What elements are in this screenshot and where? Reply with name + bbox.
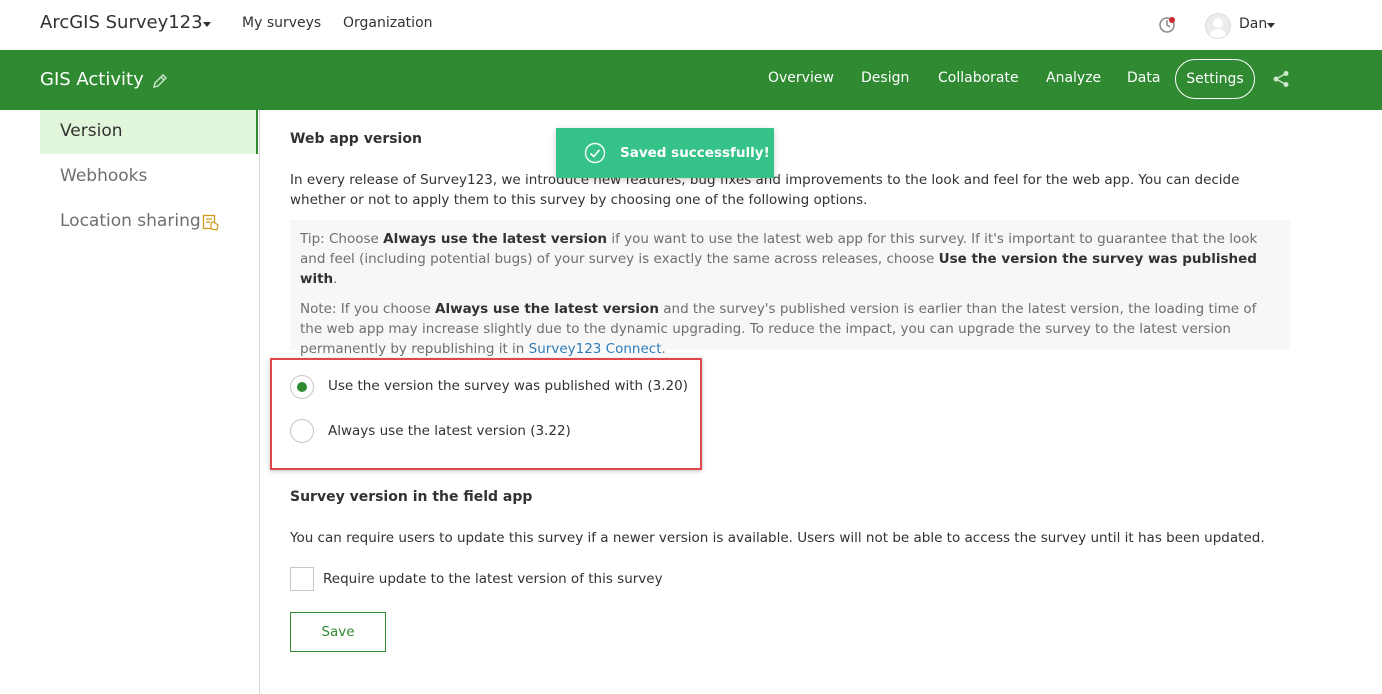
sidebar-item-label: Location sharing — [60, 211, 201, 231]
tip-box: Tip: Choose Always use the latest versio… — [290, 220, 1290, 357]
web-app-version-intro: In every release of Survey123, we introd… — [290, 172, 1240, 208]
highlight-box — [270, 358, 702, 470]
pencil-edit-icon[interactable] — [151, 72, 169, 90]
tab-data[interactable]: Data — [1127, 70, 1160, 86]
toast-message: Saved successfully! — [620, 145, 770, 161]
sidebar-item-version[interactable]: Version — [40, 110, 258, 154]
radio-published-version[interactable] — [290, 375, 314, 399]
tab-collaborate[interactable]: Collaborate — [938, 70, 1019, 86]
tab-analyze[interactable]: Analyze — [1046, 70, 1101, 86]
nav-my-surveys[interactable]: My surveys — [242, 15, 321, 31]
user-name[interactable]: Dan — [1239, 16, 1267, 32]
radio-latest-version-label[interactable]: Always use the latest version (3.22) — [328, 423, 571, 439]
premium-feature-icon — [202, 214, 219, 231]
require-update-label[interactable]: Require update to the latest version of … — [323, 571, 663, 587]
avatar[interactable] — [1205, 13, 1231, 39]
tab-settings[interactable]: Settings — [1175, 59, 1255, 99]
require-update-checkbox[interactable] — [290, 567, 314, 591]
sidebar-item-webhooks[interactable]: Webhooks — [40, 155, 258, 199]
check-circle-icon — [584, 142, 606, 164]
sidebar-item-location-sharing[interactable]: Location sharing — [40, 200, 258, 244]
save-button[interactable]: Save — [290, 612, 386, 652]
share-icon[interactable] — [1272, 70, 1290, 88]
tab-overview[interactable]: Overview — [768, 70, 834, 86]
web-app-version-heading: Web app version — [290, 131, 422, 147]
field-app-version-description: You can require users to update this sur… — [290, 530, 1265, 546]
tab-design[interactable]: Design — [861, 70, 909, 86]
survey-title: GIS Activity — [40, 69, 144, 90]
top-header: ArcGIS Survey123 My surveys Organization… — [0, 0, 1382, 50]
field-app-version-heading: Survey version in the field app — [290, 489, 533, 505]
success-toast: Saved successfully! — [556, 128, 774, 178]
survey123-connect-link[interactable]: Survey123 Connect — [529, 341, 662, 357]
app-title[interactable]: ArcGIS Survey123 — [40, 12, 203, 33]
sidebar-item-label: Webhooks — [60, 166, 148, 186]
settings-sidebar: Version Webhooks Location sharing — [0, 110, 260, 694]
tip-text: Tip: Choose Always use the latest versio… — [300, 231, 1258, 287]
sidebar-item-label: Version — [60, 121, 123, 141]
radio-latest-version[interactable] — [290, 419, 314, 443]
nav-organization[interactable]: Organization — [343, 15, 433, 31]
notification-icon[interactable] — [1158, 16, 1176, 34]
user-menu-caret-icon[interactable] — [1267, 23, 1275, 28]
radio-published-version-label[interactable]: Use the version the survey was published… — [328, 378, 688, 394]
note-text: Note: If you choose Always use the lates… — [300, 301, 1257, 357]
app-switcher-caret-icon[interactable] — [203, 22, 211, 27]
